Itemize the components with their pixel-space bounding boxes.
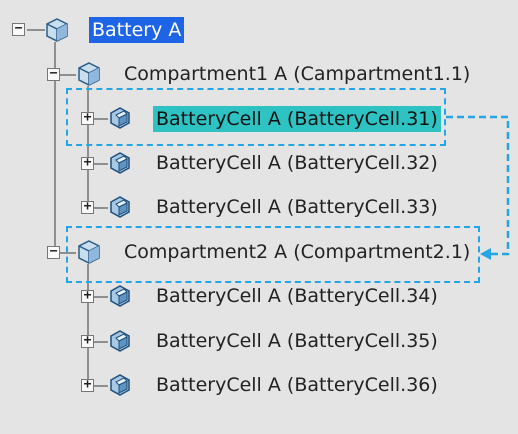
specification-tree: − Battery A − Compartment1 A (Campartmen… bbox=[0, 0, 518, 434]
move-arrow-connector bbox=[446, 115, 510, 260]
arrow-head-icon bbox=[480, 248, 491, 260]
